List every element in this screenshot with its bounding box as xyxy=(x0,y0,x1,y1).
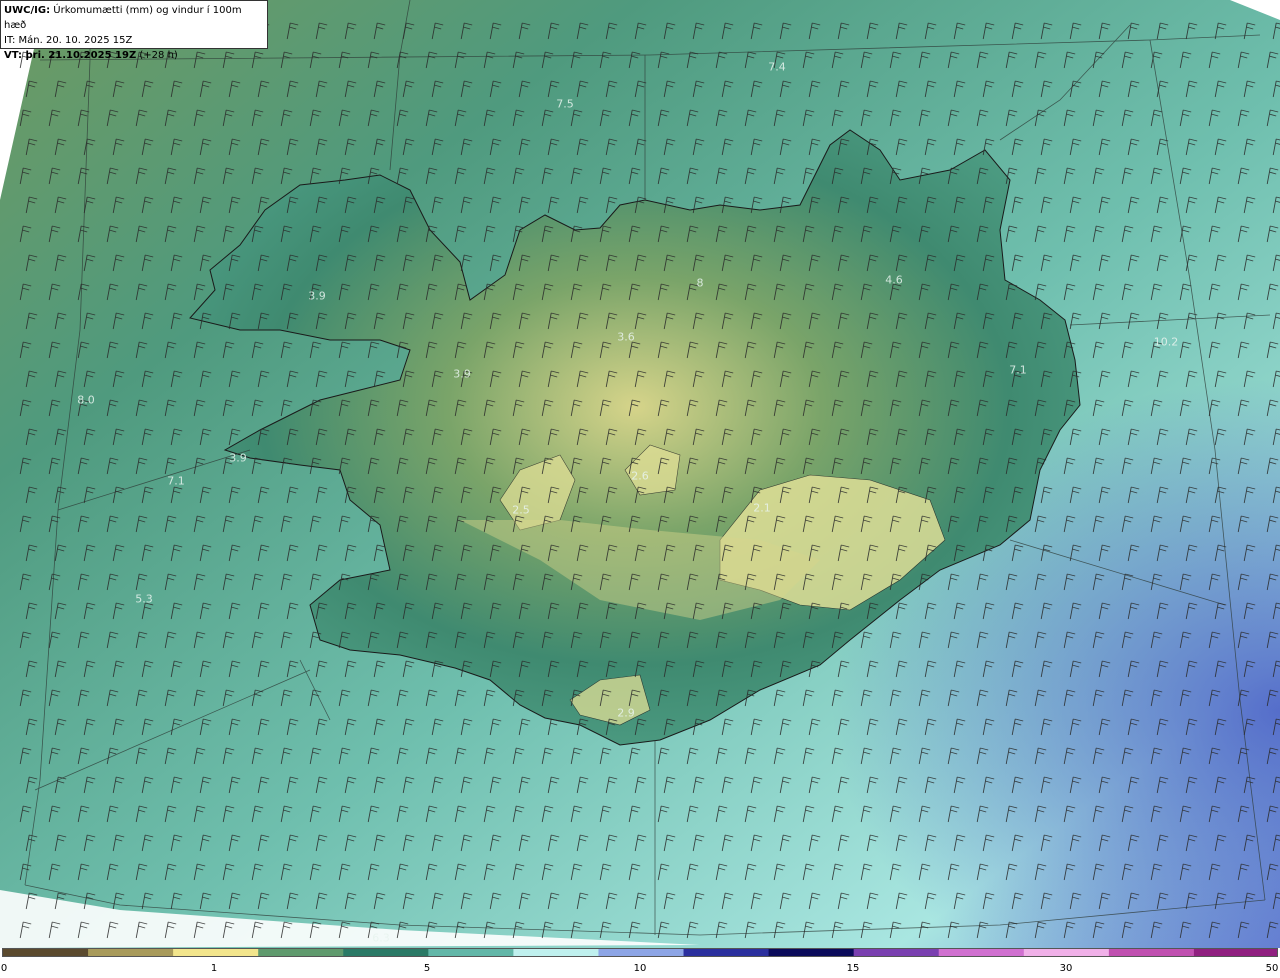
maxlbl-n-sea: 7.4 xyxy=(768,60,786,74)
colorbar-segment xyxy=(428,949,514,956)
maxlbl-south-sea: 6.3 xyxy=(372,931,390,945)
colorbar-segment xyxy=(3,949,89,956)
colorbar-segment xyxy=(258,949,344,956)
colorbar-segment xyxy=(938,949,1025,956)
maxlbl-north-peninsula: 3.6 xyxy=(617,330,635,344)
colorbar-segment xyxy=(343,949,429,956)
precip-legend: 0 1 5 10 15 30 50 xyxy=(0,948,1280,978)
maxlbl-northeast: 4.6 xyxy=(885,273,903,287)
precip-colorbar xyxy=(2,948,1278,957)
maxlbl-west-sea-2: 7.1 xyxy=(167,474,185,488)
colorbar-segment xyxy=(598,949,685,956)
valid-time-line: VT: þri. 21.10.2025 19Z (+28 h) xyxy=(4,48,264,63)
title-line: UWC/IG: Úrkomumætti (mm) og vindur í 100… xyxy=(4,3,264,33)
colorbar-segment xyxy=(88,949,174,956)
maxlbl-west-sea-1: 8.0 xyxy=(77,393,95,407)
colorbar-segment xyxy=(1193,949,1277,956)
maxlbl-westfjords: 3.9 xyxy=(308,289,326,303)
maxlbl-east-sea: 10.2 xyxy=(1153,335,1179,349)
colorbar-segment xyxy=(1108,949,1195,956)
model-prefix: UWC/IG: xyxy=(4,5,51,16)
colorbar-segment xyxy=(1023,949,1110,956)
legend-tick-50: 50 xyxy=(1265,963,1279,974)
maxlbl-vatnajokull: 2.1 xyxy=(753,501,771,515)
maxlbl-myrdalsjokull: 2.9 xyxy=(617,706,635,720)
colorbar-segment xyxy=(768,949,855,956)
initial-time: IT: Mán. 20. 10. 2025 15Z xyxy=(4,35,133,46)
legend-tick-5: 5 xyxy=(423,963,431,974)
maxlbl-hofsjokull: 2.6 xyxy=(631,469,649,483)
maxlbl-southwest-sea: 5.3 xyxy=(135,592,153,606)
legend-tick-10: 10 xyxy=(633,963,647,974)
maxlbl-northwest-coast: 3.9 xyxy=(453,367,471,381)
maxlbl-east-coast: 7.1 xyxy=(1009,363,1027,377)
colorbar-segment xyxy=(513,949,600,956)
colorbar-segment xyxy=(683,949,770,956)
map-title-box: UWC/IG: Úrkomumætti (mm) og vindur í 100… xyxy=(0,0,268,61)
legend-tick-1: 1 xyxy=(210,963,218,974)
colorbar-segment xyxy=(173,949,259,956)
maxlbl-nw-sea-1: 7.5 xyxy=(556,97,574,111)
legend-tick-0: 0 xyxy=(0,963,8,974)
maxlbl-langjokull: 2.5 xyxy=(512,503,530,517)
valid-time: VT: þri. 21.10.2025 19Z xyxy=(4,50,137,61)
forecast-offset: (+28 h) xyxy=(136,50,178,61)
maxlbl-north-small: 8 xyxy=(696,276,704,290)
legend-tick-15: 15 xyxy=(846,963,860,974)
colorbar-segment xyxy=(853,949,940,956)
legend-tick-30: 30 xyxy=(1059,963,1073,974)
maxlbl-snaefellsnes: 3.9 xyxy=(229,451,247,465)
